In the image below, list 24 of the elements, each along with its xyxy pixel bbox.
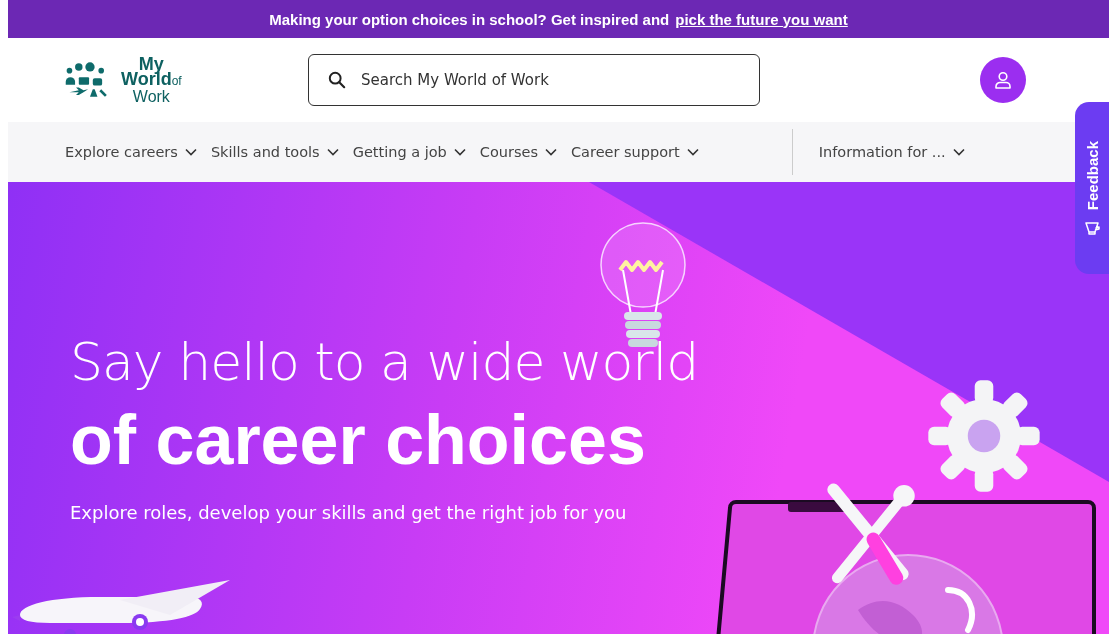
account-button[interactable] bbox=[980, 57, 1026, 103]
banner-link[interactable]: pick the future you want bbox=[675, 10, 848, 28]
feedback-tab[interactable]: Feedback bbox=[1075, 102, 1109, 274]
nav-menu-item[interactable]: Skills and tools bbox=[203, 144, 346, 160]
chevron-down-icon bbox=[545, 148, 557, 156]
logo-text: of bbox=[171, 73, 182, 88]
chevron-down-icon bbox=[952, 148, 965, 156]
banner-text: Making your option choices in school? Get inspired and bbox=[269, 10, 670, 28]
search-icon bbox=[328, 71, 346, 89]
nav-menu-item[interactable]: Explore careers bbox=[58, 144, 204, 160]
chevron-down-icon bbox=[184, 148, 197, 156]
chevron-down-icon bbox=[326, 148, 339, 156]
hero-subtitle: Explore roles, develop your skills and get the right job for you bbox=[70, 502, 627, 523]
nav-menu-item[interactable]: Information for ... bbox=[811, 144, 972, 160]
person-icon bbox=[993, 70, 1013, 90]
hero-headline: Say hello to a wide world bbox=[70, 332, 699, 392]
nav-menu-item[interactable]: Getting a job bbox=[345, 144, 473, 160]
nav-menu-item[interactable]: Courses bbox=[472, 144, 564, 160]
chevron-down-icon bbox=[686, 148, 699, 156]
nav-menu-item[interactable]: Career support bbox=[564, 144, 706, 160]
hero-headline: of career choices bbox=[70, 400, 646, 480]
logo-text: Work bbox=[132, 88, 170, 104]
chevron-down-icon bbox=[453, 148, 466, 156]
search-field[interactable]: Search My World of Work bbox=[308, 54, 760, 106]
